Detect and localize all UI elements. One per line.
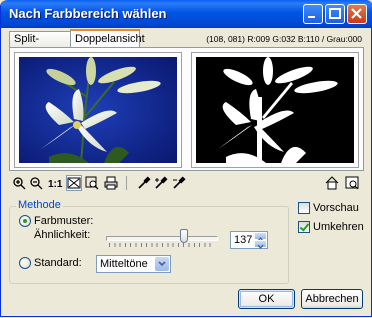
dialog-window: Nach Farbbereich wählen Split-Screen Dop… xyxy=(0,0,372,317)
close-icon xyxy=(351,8,362,19)
print-button[interactable] xyxy=(103,175,119,191)
standard-selected-value: Mitteltöne xyxy=(100,258,148,270)
preview-window-button[interactable] xyxy=(344,175,360,191)
fit-window-button[interactable] xyxy=(66,175,82,191)
toolbar-separator xyxy=(126,176,127,190)
maximize-icon xyxy=(329,8,341,19)
zoom-in-button[interactable] xyxy=(11,175,27,191)
zoom-out-icon xyxy=(30,177,43,190)
similarity-slider-thumb[interactable] xyxy=(180,229,189,243)
svg-text:1:1: 1:1 xyxy=(48,179,63,190)
standard-radio[interactable] xyxy=(19,257,31,269)
similarity-spinbox[interactable]: 137 xyxy=(230,231,268,250)
print-icon xyxy=(104,176,118,190)
eyedropper-button[interactable] xyxy=(136,175,152,191)
chevron-down-icon xyxy=(257,244,264,250)
dropdown-button[interactable] xyxy=(155,257,169,271)
eyedropper-add-icon xyxy=(155,176,168,189)
close-button[interactable] xyxy=(347,4,367,24)
selection-mask xyxy=(196,57,354,163)
minimize-icon xyxy=(308,16,315,18)
spin-up-button[interactable] xyxy=(254,232,267,242)
actual-size-button[interactable]: 1:1 xyxy=(46,175,64,191)
similarity-slider-ticks xyxy=(109,243,215,247)
similarity-label: Ähnlichkeit: xyxy=(34,229,91,241)
eyedropper-add-button[interactable] xyxy=(153,175,169,191)
standard-label: Standard: xyxy=(34,257,82,269)
original-preview[interactable] xyxy=(14,52,182,168)
tab-dual-view[interactable]: Doppelansicht xyxy=(70,29,145,48)
invert-label: Umkehren xyxy=(313,221,364,233)
similarity-value[interactable]: 137 xyxy=(234,234,252,246)
tab-split-screen[interactable]: Split-Screen xyxy=(9,31,71,60)
eyedropper-icon xyxy=(138,176,151,189)
ok-button[interactable]: OK xyxy=(238,289,295,309)
eyedropper-subtract-icon xyxy=(173,176,186,189)
color-sample-radio[interactable] xyxy=(19,215,31,227)
method-group: Methode Farbmuster: Ähnlichkeit: 137 Sta… xyxy=(9,199,289,284)
maximize-button[interactable] xyxy=(325,4,345,24)
color-sample-label: Farbmuster: xyxy=(34,215,94,227)
preview-label: Vorschau xyxy=(313,202,359,214)
method-legend: Methode xyxy=(16,199,63,211)
home-icon xyxy=(325,176,339,190)
minimize-button[interactable] xyxy=(303,4,323,24)
cancel-button[interactable]: Abbrechen xyxy=(301,289,363,309)
lily-photo xyxy=(19,57,177,163)
actual-size-icon: 1:1 xyxy=(48,179,63,190)
zoom-out-button[interactable] xyxy=(28,175,44,191)
navigate-button[interactable] xyxy=(324,175,340,191)
zoom-box-button[interactable] xyxy=(84,175,100,191)
preview-panel xyxy=(9,47,364,171)
preview-checkbox[interactable] xyxy=(298,202,310,214)
zoom-in-icon xyxy=(13,177,26,190)
zoom-box-icon xyxy=(85,176,99,190)
eyedropper-subtract-button[interactable] xyxy=(171,175,187,191)
similarity-slider-track[interactable] xyxy=(106,236,218,241)
preview-window-icon xyxy=(345,176,359,190)
mask-preview[interactable] xyxy=(191,52,359,168)
pixel-readout: (108, 081) R:009 G:032 B:110 / Grau:000 xyxy=(206,34,362,44)
spin-down-button[interactable] xyxy=(254,240,267,250)
title-bar[interactable]: Nach Farbbereich wählen xyxy=(1,0,372,28)
fit-window-icon xyxy=(67,177,81,189)
standard-dropdown[interactable]: Mitteltöne xyxy=(96,255,171,273)
window-title: Nach Farbbereich wählen xyxy=(9,6,167,21)
chevron-down-icon xyxy=(158,261,166,267)
invert-checkbox[interactable] xyxy=(298,221,310,233)
